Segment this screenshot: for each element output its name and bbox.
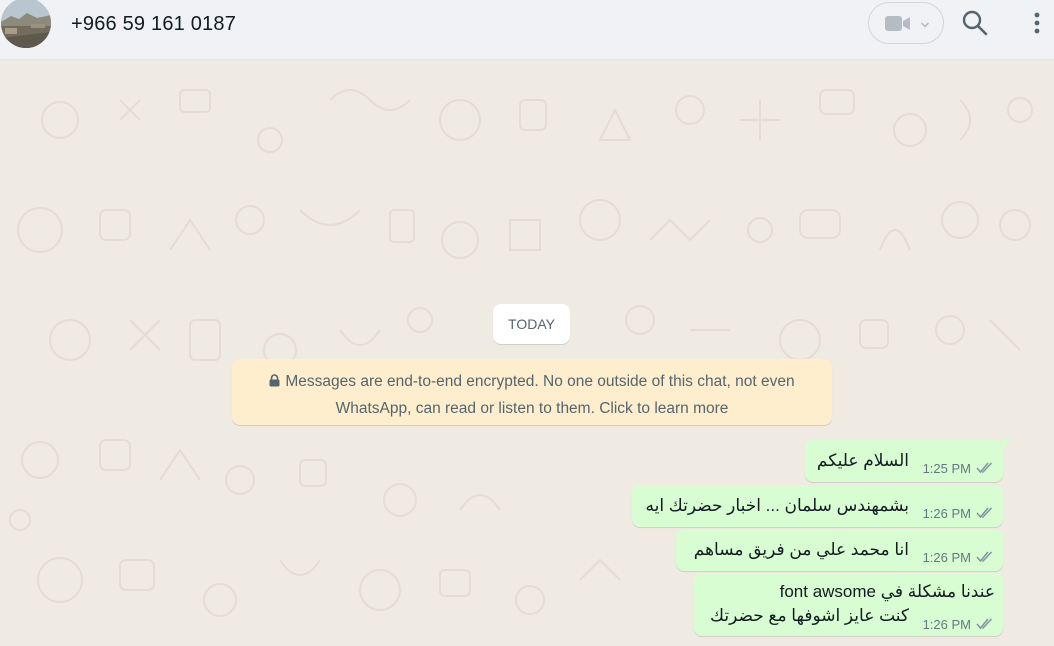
- double-check-icon: [976, 461, 994, 479]
- message-time: 1:26 PM: [922, 550, 971, 565]
- search-icon[interactable]: [962, 10, 988, 36]
- double-check-icon: [976, 617, 994, 635]
- lock-icon: [269, 370, 280, 396]
- chat-area[interactable]: TODAY Messages are end-to-end encrypted.…: [0, 60, 1054, 646]
- outgoing-message[interactable]: عندنا مشكلة في font awsome كنت عايز اشوف…: [694, 573, 1003, 636]
- message-time: 1:25 PM: [922, 461, 971, 476]
- message-text: السلام عليكم: [816, 451, 909, 470]
- double-check-icon: [976, 550, 994, 568]
- video-call-button[interactable]: [868, 2, 944, 44]
- chevron-down-icon: [920, 17, 930, 35]
- encryption-notice[interactable]: Messages are end-to-end encrypted. No on…: [232, 359, 832, 425]
- contact-avatar[interactable]: [1, 0, 51, 48]
- outgoing-message[interactable]: انا محمد علي من فريق مساهم 1:26 PM: [676, 529, 1003, 571]
- message-text: انا محمد علي من فريق مساهم: [693, 540, 909, 559]
- outgoing-message[interactable]: بشمهندس سلمان ... اخبار حضرتك ايه 1:26 P…: [632, 485, 1003, 527]
- message-text-line2: كنت عايز اشوفها مع حضرتك: [710, 606, 909, 625]
- message-time: 1:26 PM: [922, 506, 971, 521]
- video-camera-icon: [885, 15, 911, 37]
- encryption-notice-line1: Messages are end-to-end encrypted. No on…: [285, 373, 795, 390]
- double-check-icon: [976, 506, 994, 524]
- encryption-notice-line2: WhatsApp, can read or listen to them. Cl…: [335, 400, 729, 417]
- message-text: بشمهندس سلمان ... اخبار حضرتك ايه: [645, 496, 909, 515]
- bubble-tail: [1002, 440, 1011, 450]
- kebab-menu-icon[interactable]: [1027, 10, 1047, 36]
- message-text-line1: عندنا مشكلة في font awsome: [779, 582, 995, 601]
- date-divider: TODAY: [493, 304, 570, 344]
- outgoing-message[interactable]: السلام عليكم 1:25 PM: [805, 440, 1011, 482]
- chat-header: +966 59 161 0187: [0, 0, 1054, 60]
- message-time: 1:26 PM: [922, 617, 971, 632]
- contact-name[interactable]: +966 59 161 0187: [71, 13, 236, 36]
